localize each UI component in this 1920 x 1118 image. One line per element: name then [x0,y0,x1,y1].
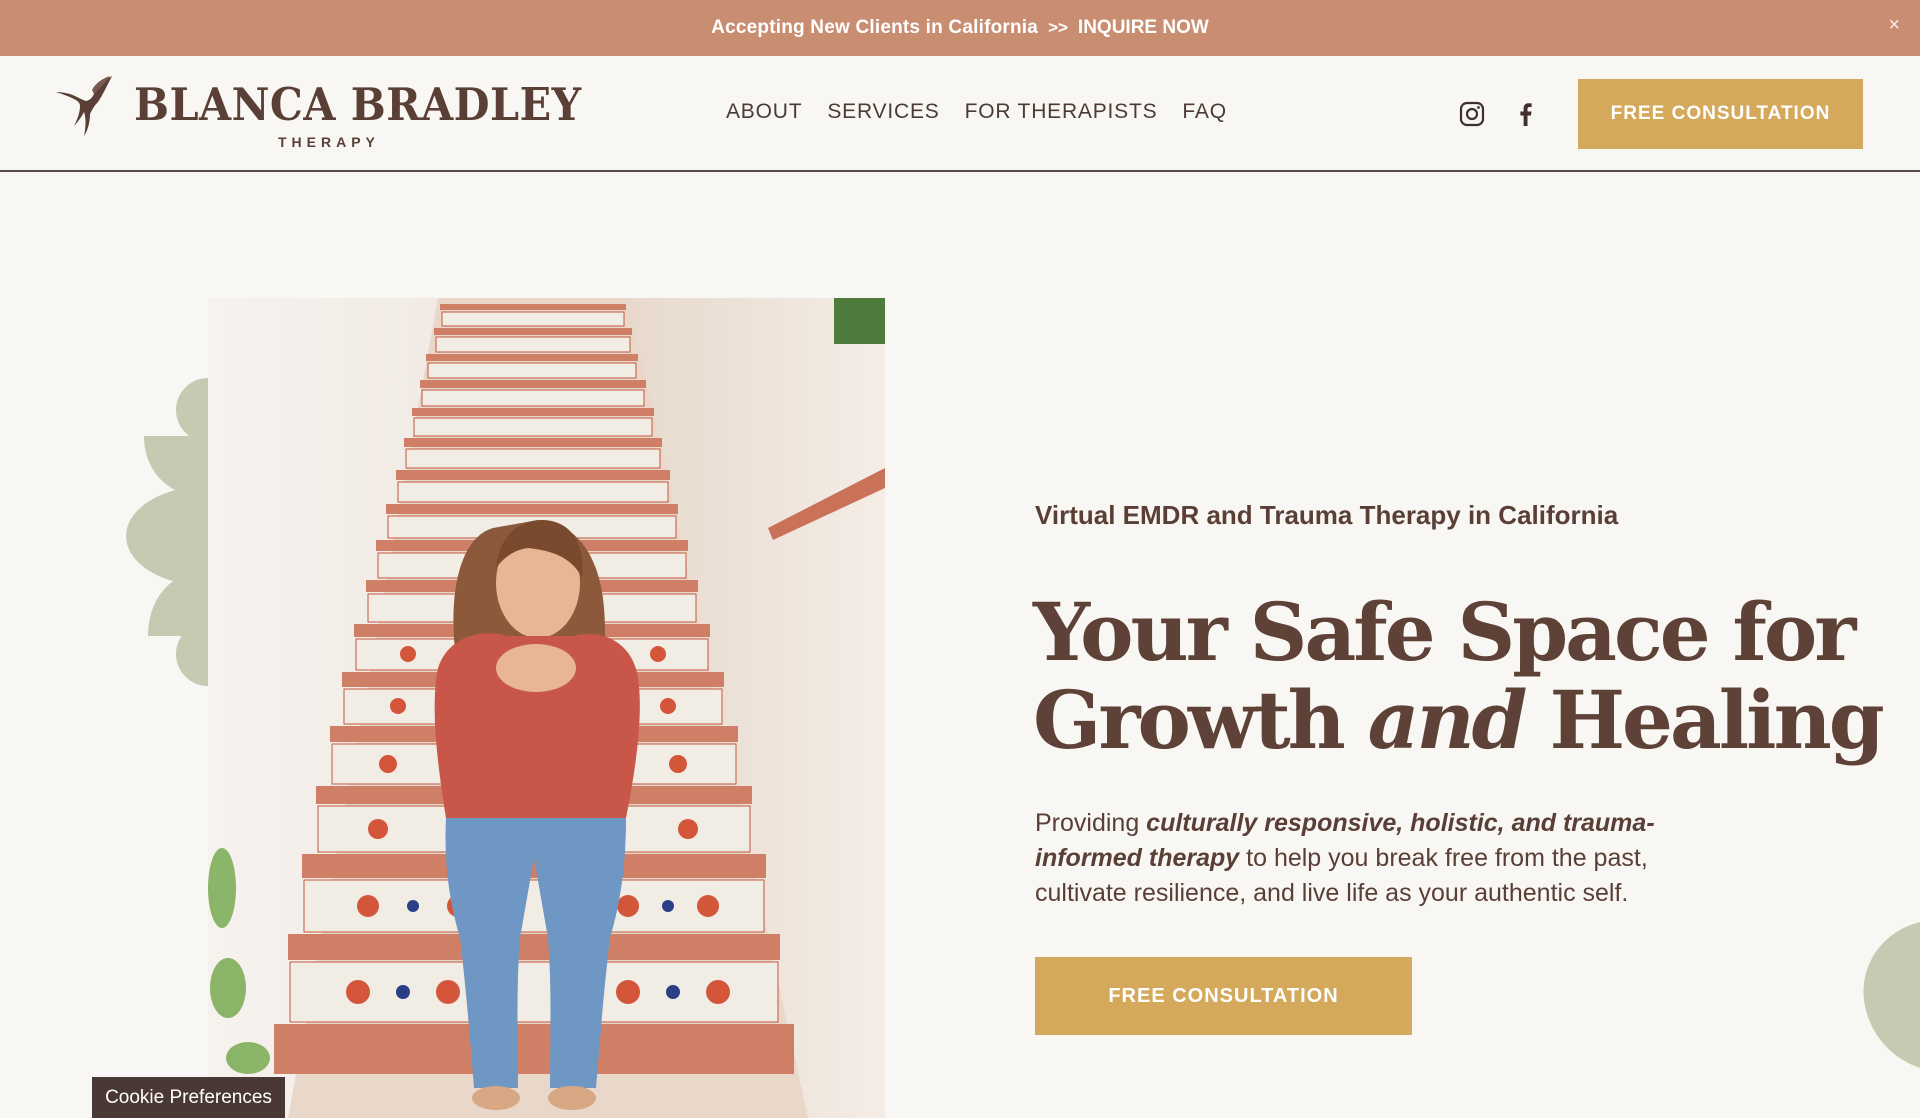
hero-title: Your Safe Space for Growth and Healing [1033,585,1885,767]
hero-title-line1: Your Safe Space for [1033,585,1856,679]
logo-name: BLANCA BRADLEY [134,78,582,131]
header-free-consultation-button[interactable]: FREE CONSULTATION [1578,79,1863,149]
nav-item-about[interactable]: ABOUT [726,100,802,124]
site-header: BLANCA BRADLEY THERAPY ABOUT SERVICES FO… [0,56,1920,172]
logo-subtitle: THERAPY [278,134,380,150]
nav-item-services[interactable]: SERVICES [827,100,939,124]
hero-title-line2-end: Healing [1524,673,1884,767]
announcement-bar: Accepting New Clients in California >> I… [0,0,1920,56]
main-nav: ABOUT SERVICES FOR THERAPISTS FAQ [726,100,1227,124]
close-icon[interactable]: × [1888,14,1900,37]
hero-portrait-photo [208,298,885,1118]
inquire-now-link[interactable]: INQUIRE NOW [1078,17,1209,39]
announcement-separator: >> [1048,18,1068,37]
nav-item-faq[interactable]: FAQ [1182,100,1226,124]
hero-body: Providing culturally responsive, holisti… [1035,806,1675,911]
instagram-icon[interactable] [1458,100,1486,128]
hero-free-consultation-button[interactable]: FREE CONSULTATION [1035,957,1412,1035]
decorative-leaf-shape [1863,922,1920,1068]
hero-title-emphasis: and [1367,673,1528,767]
hero-title-line2-start: Growth [1033,673,1368,767]
site-logo[interactable]: BLANCA BRADLEY THERAPY [56,74,581,162]
announcement-text: Accepting New Clients in California [711,17,1039,38]
hero-body-start: Providing [1035,809,1147,837]
hero-kicker: Virtual EMDR and Trauma Therapy in Calif… [1035,500,1619,530]
nav-item-for-therapists[interactable]: FOR THERAPISTS [965,100,1158,124]
facebook-icon[interactable] [1512,100,1540,128]
cookie-preferences-button[interactable]: Cookie Preferences [92,1077,285,1118]
hummingbird-logo-icon [56,76,112,136]
